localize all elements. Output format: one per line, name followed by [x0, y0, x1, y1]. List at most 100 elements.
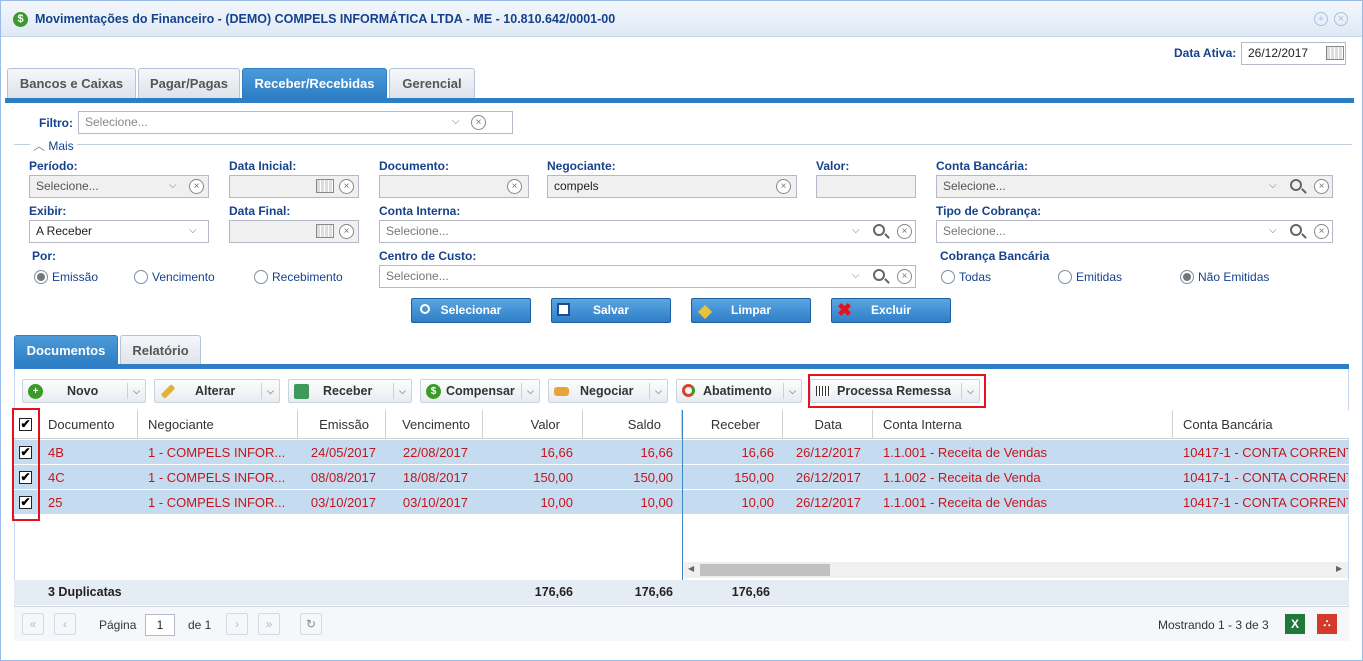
- novo-button[interactable]: + Novo ⌵: [22, 379, 146, 403]
- chevron-down-icon[interactable]: ⌵: [393, 383, 411, 399]
- col-conta-interna[interactable]: Conta Interna: [873, 410, 1173, 439]
- tab-gerencial[interactable]: Gerencial: [389, 68, 475, 98]
- horizontal-scrollbar[interactable]: ◀ ▶: [684, 562, 1348, 578]
- search-icon[interactable]: [873, 269, 885, 281]
- col-data[interactable]: Data: [783, 410, 873, 439]
- clear-icon[interactable]: ×: [776, 179, 791, 194]
- col-emissao[interactable]: Emissão: [298, 410, 386, 439]
- col-saldo[interactable]: Saldo: [583, 410, 682, 439]
- chevron-down-icon[interactable]: ⌵: [261, 383, 279, 399]
- page-label: Página: [99, 618, 137, 632]
- clear-icon[interactable]: ×: [897, 224, 912, 239]
- valor-input[interactable]: [816, 175, 916, 198]
- radio-emissao[interactable]: [34, 270, 48, 284]
- cell-documento: 4C: [48, 470, 65, 485]
- cell-negociante: 1 - COMPELS INFOR...: [148, 470, 286, 485]
- maximize-icon[interactable]: +: [1314, 12, 1328, 26]
- centro-custo-combo[interactable]: Selecione...: [379, 265, 916, 288]
- chevron-down-icon[interactable]: ⌵: [189, 225, 197, 236]
- col-documento[interactable]: Documento: [38, 410, 138, 439]
- search-icon[interactable]: [1290, 224, 1302, 236]
- scroll-right-icon[interactable]: ▶: [1336, 564, 1342, 573]
- clear-icon[interactable]: ×: [507, 179, 522, 194]
- clear-icon[interactable]: ×: [471, 115, 486, 130]
- receber-button[interactable]: Receber ⌵: [288, 379, 412, 403]
- close-icon[interactable]: ×: [1334, 12, 1348, 26]
- data-ativa-label: Data Ativa:: [1174, 46, 1237, 60]
- chevron-down-icon[interactable]: ⌵: [1269, 225, 1277, 236]
- highlight-checkboxes: [12, 408, 40, 521]
- conta-interna-combo[interactable]: Selecione...: [379, 220, 916, 243]
- radio-nao-emitidas[interactable]: [1180, 270, 1194, 284]
- col-receber[interactable]: Receber: [684, 410, 783, 439]
- chevron-down-icon[interactable]: ⌵: [649, 383, 667, 399]
- search-icon[interactable]: [1290, 179, 1302, 191]
- chevron-down-icon[interactable]: ⌵: [169, 180, 177, 191]
- radio-recebimento[interactable]: [254, 270, 268, 284]
- radio-emitidas[interactable]: [1058, 270, 1072, 284]
- summary-row: [14, 580, 1349, 605]
- chevron-down-icon[interactable]: ⌵: [852, 270, 860, 281]
- filtro-combo[interactable]: Selecione...: [78, 111, 513, 134]
- selecionar-button[interactable]: Selecionar: [411, 298, 531, 323]
- negociante-input[interactable]: compels: [547, 175, 797, 198]
- chevron-down-icon[interactable]: ⌵: [452, 116, 460, 127]
- cell-data: 26/12/2017: [795, 470, 861, 485]
- chevron-down-icon[interactable]: ⌵: [521, 383, 539, 399]
- abatimento-button[interactable]: Abatimento ⌵: [676, 379, 802, 403]
- clear-icon[interactable]: ×: [339, 179, 354, 194]
- chevron-down-icon[interactable]: ⌵: [852, 225, 860, 236]
- radio-todas[interactable]: [941, 270, 955, 284]
- cell-conta-bancaria: 10417-1 - CONTA CORRENTE: [1183, 495, 1348, 510]
- cell-emissao: 08/08/2017: [310, 470, 376, 485]
- calendar-icon[interactable]: [1326, 46, 1344, 60]
- prev-page-icon[interactable]: ‹: [54, 613, 76, 635]
- pdf-icon[interactable]: ⛬: [1317, 614, 1337, 634]
- tab-bancos-caixas[interactable]: Bancos e Caixas: [7, 68, 136, 98]
- chevron-down-icon[interactable]: ⌵: [127, 383, 145, 399]
- radio-vencimento[interactable]: [134, 270, 148, 284]
- conta-bancaria-label: Conta Bancária:: [936, 159, 1029, 173]
- calendar-icon[interactable]: [316, 179, 334, 193]
- calendar-icon[interactable]: [316, 224, 334, 238]
- col-negociante[interactable]: Negociante: [138, 410, 298, 439]
- first-page-icon[interactable]: «: [22, 613, 44, 635]
- clear-icon[interactable]: ×: [189, 179, 204, 194]
- periodo-combo[interactable]: Selecione...: [29, 175, 209, 198]
- excluir-button[interactable]: ✖ Excluir: [831, 298, 951, 323]
- chevron-down-icon[interactable]: ⌵: [783, 383, 801, 399]
- mais-legend[interactable]: ︿ Mais: [30, 137, 77, 154]
- page-input[interactable]: 1: [145, 614, 175, 636]
- excel-icon[interactable]: X: [1285, 614, 1305, 634]
- refresh-icon[interactable]: ↻: [300, 613, 322, 635]
- tab-receber-recebidas[interactable]: Receber/Recebidas: [242, 68, 387, 98]
- scrollbar-thumb[interactable]: [700, 564, 830, 576]
- clear-icon[interactable]: ×: [1314, 224, 1329, 239]
- next-page-icon[interactable]: ›: [226, 613, 248, 635]
- clear-icon[interactable]: ×: [1314, 179, 1329, 194]
- novo-label: Novo: [67, 384, 99, 398]
- excluir-label: Excluir: [870, 303, 912, 317]
- salvar-button[interactable]: Salvar: [551, 298, 671, 323]
- last-page-icon[interactable]: »: [258, 613, 280, 635]
- clear-icon[interactable]: ×: [897, 269, 912, 284]
- clear-icon[interactable]: ×: [339, 224, 354, 239]
- col-vencimento[interactable]: Vencimento: [386, 410, 483, 439]
- chevron-down-icon[interactable]: ⌵: [1269, 180, 1277, 191]
- search-icon[interactable]: [873, 224, 885, 236]
- scroll-left-icon[interactable]: ◀: [688, 564, 694, 573]
- compensar-button[interactable]: $ Compensar ⌵: [420, 379, 540, 403]
- money-icon: [294, 384, 309, 399]
- tab-relatorio[interactable]: Relatório: [120, 335, 201, 365]
- col-conta-bancaria[interactable]: Conta Bancária: [1173, 410, 1349, 439]
- tab-documentos[interactable]: Documentos: [14, 335, 118, 365]
- negociar-button[interactable]: Negociar ⌵: [548, 379, 668, 403]
- exibir-combo[interactable]: A Receber: [29, 220, 209, 243]
- summary-receber: 176,66: [731, 585, 770, 599]
- locked-column-divider: [682, 410, 683, 605]
- tab-pagar-pagas[interactable]: Pagar/Pagas: [138, 68, 240, 98]
- col-valor[interactable]: Valor: [483, 410, 583, 439]
- alterar-button[interactable]: Alterar ⌵: [154, 379, 280, 403]
- limpar-button[interactable]: Limpar: [691, 298, 811, 323]
- salvar-label: Salvar: [592, 303, 630, 317]
